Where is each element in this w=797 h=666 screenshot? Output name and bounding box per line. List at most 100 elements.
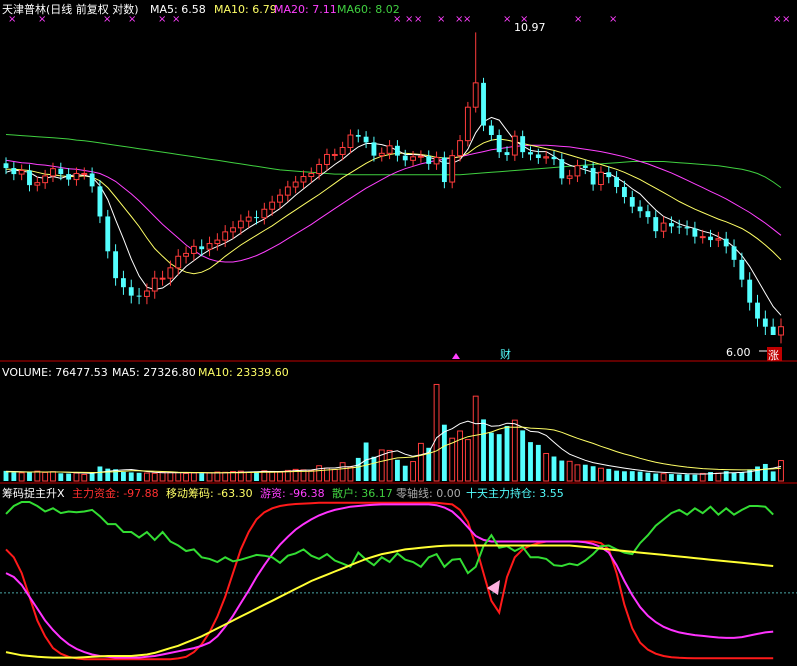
signal-star-icon: × <box>773 14 781 25</box>
volume-ma5-line <box>5 420 782 475</box>
volume-bar-down <box>676 474 682 481</box>
indicator-name: 筹码捉主升X <box>2 486 65 500</box>
candle-body-down <box>668 223 674 227</box>
candle-body-down <box>692 228 698 237</box>
candle-body-down <box>614 177 620 187</box>
volume-bar-up <box>308 470 315 482</box>
candle-body-up <box>449 155 456 183</box>
candle-body-down <box>355 135 361 137</box>
volume-bar-down <box>3 470 9 481</box>
candle-body-down <box>676 226 682 228</box>
indicator-lines <box>0 501 797 661</box>
candle-body-down <box>637 206 643 212</box>
candle-body-down <box>254 217 259 219</box>
candle-body-up <box>543 156 550 159</box>
candle-body-up <box>175 255 182 269</box>
volume-bar-down <box>668 474 674 481</box>
signal-star-icon: × <box>609 14 617 25</box>
candle-body-down <box>684 227 690 229</box>
candle-body-down <box>97 186 103 217</box>
volume-bar-down <box>27 471 32 481</box>
volume-ma10-line <box>6 426 782 474</box>
volume-bar-up <box>464 439 471 482</box>
volume-bar-down <box>520 430 526 481</box>
volume-bar-down <box>105 468 111 481</box>
volume-bar-down <box>614 470 620 481</box>
ma20-label: MA20: 7.11 <box>274 3 337 16</box>
candle-body-down <box>363 136 369 143</box>
stock-title: 天津普林(日线 前复权 对数) <box>2 2 139 16</box>
volume-bar-up <box>511 419 518 482</box>
candle-body-up <box>457 140 463 157</box>
candle-body-down <box>113 251 119 279</box>
zero-line-label: 零轴线: 0.00 <box>396 486 461 500</box>
volume-bar-down <box>496 434 502 481</box>
volume-bar-up <box>34 470 41 482</box>
signal-star-icon: × <box>574 14 582 25</box>
volume-bar-up <box>18 472 25 482</box>
candle-body-up <box>206 243 213 250</box>
candle-body-down <box>731 246 737 260</box>
candle-body-down <box>426 156 432 164</box>
signal-star-icon: × <box>128 14 136 25</box>
candle-body-up <box>660 222 667 232</box>
volume-bar-up <box>143 472 150 482</box>
limit-up-marker[interactable]: 涨 <box>768 349 779 362</box>
volume-bar-down <box>394 459 400 481</box>
volume-bar-down <box>58 473 64 481</box>
candle-body-down <box>105 216 111 252</box>
candle-body-up <box>417 155 424 158</box>
volume-bar-down <box>488 432 494 481</box>
candle-body-up <box>715 238 722 241</box>
volume-bar-down <box>89 473 95 481</box>
volume-bar-down <box>528 442 533 481</box>
candle-body-down <box>747 279 753 303</box>
signal-star-icon: × <box>782 14 790 25</box>
candle-body-down <box>582 165 588 169</box>
candle-body-up <box>410 156 416 161</box>
candle-body-down <box>645 211 651 218</box>
candle-body-up <box>464 106 471 142</box>
candle-body-up <box>151 277 158 292</box>
candle-body-up <box>316 163 323 174</box>
ten-day-holdings-label: 十天主力持仓: 3.55 <box>466 486 564 500</box>
candle-body-up <box>300 176 307 183</box>
main-fund-label: 主力资金: -97.88 <box>72 486 159 500</box>
signal-star-icon: × <box>393 14 401 25</box>
moving-chips-line <box>5 503 774 659</box>
candle-body-down <box>27 170 32 186</box>
signal-star-icon: × <box>405 14 413 25</box>
volume-bar-up <box>269 470 276 482</box>
candle-body-down <box>622 186 627 198</box>
main-fund-line <box>5 501 774 661</box>
candle-body-up <box>81 172 88 175</box>
candle-body-up <box>42 175 49 184</box>
candlesticks <box>3 32 784 344</box>
candle-body-up <box>574 165 581 177</box>
candle-body-up <box>378 152 385 157</box>
signal-star-icon: × <box>38 14 46 25</box>
volume-bar-down <box>355 457 361 481</box>
candle-body-up <box>183 252 189 257</box>
candle-body-down <box>653 217 659 232</box>
chart-canvas[interactable]: 天津普林(日线 前复权 对数) MA5: 6.58 MA10: 6.79 MA2… <box>0 0 797 666</box>
candle-body-down <box>504 152 510 156</box>
volume-bar-up <box>50 471 56 482</box>
volume-bar-up <box>598 467 604 482</box>
volume-bar-down <box>11 472 17 481</box>
ma20-line <box>5 144 782 263</box>
candle-body-up <box>284 186 291 196</box>
candle-body-up <box>143 290 150 297</box>
volume-bar-up <box>331 469 338 482</box>
volume-ma10-label: MA10: 23339.60 <box>198 366 289 379</box>
volume-bar-down <box>551 456 557 481</box>
volume-bar-up <box>410 461 416 482</box>
volume-bar-down <box>97 466 103 481</box>
finance-marker[interactable]: 财 <box>500 347 511 361</box>
volume-bar-up <box>277 471 283 482</box>
signal-triangle-icon <box>452 353 460 359</box>
candle-body-down <box>739 259 745 280</box>
candle-body-down <box>708 236 713 241</box>
volume-bar-down <box>128 472 134 481</box>
volume-bar-down <box>622 471 627 481</box>
